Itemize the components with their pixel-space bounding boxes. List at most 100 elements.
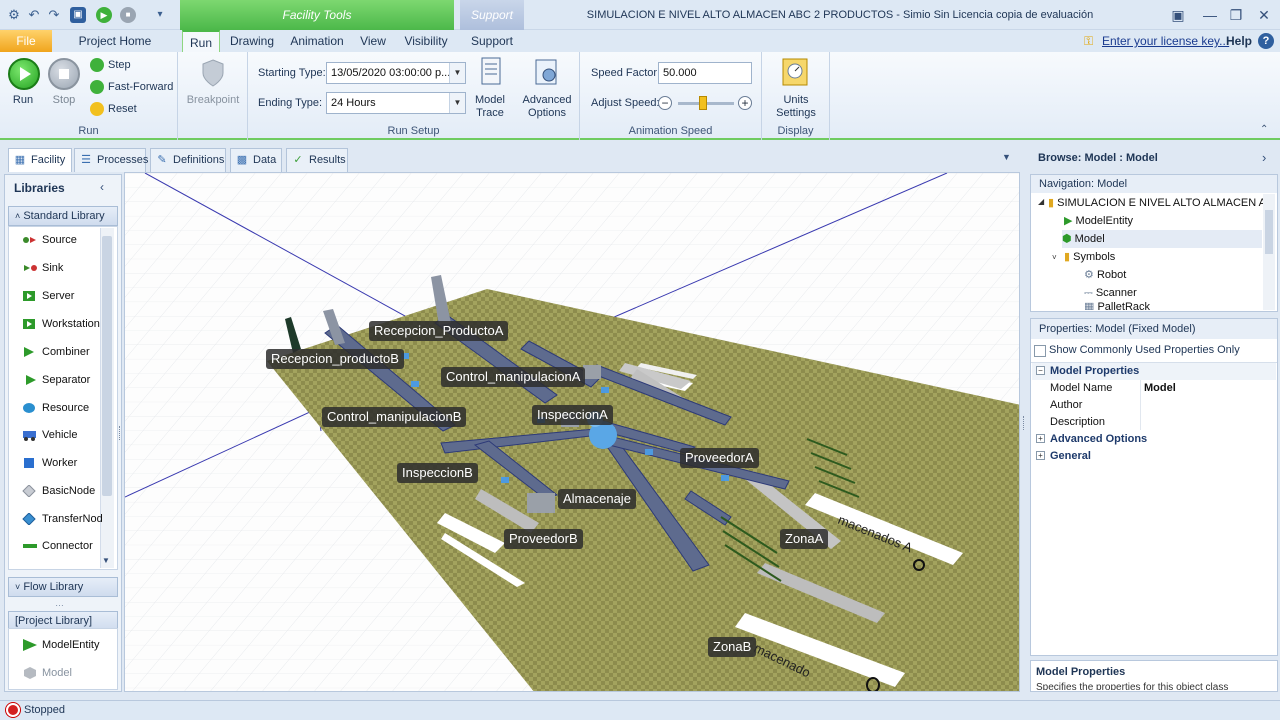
label-control-manipulacion-a[interactable]: Control_manipulacionA — [441, 367, 586, 387]
redo-icon[interactable]: ↷ — [46, 7, 62, 23]
close-button[interactable]: ✕ — [1252, 5, 1276, 25]
show-common-checkbox[interactable] — [1034, 345, 1046, 357]
help-label[interactable]: Help — [1226, 30, 1252, 52]
label-proveedor-a[interactable]: ProveedorA — [680, 448, 759, 468]
scroll-down-icon[interactable]: ▼ — [102, 556, 110, 565]
library-item-source[interactable]: Source — [22, 231, 106, 249]
chevron-down-icon[interactable]: ▼ — [449, 63, 465, 83]
fast-forward-icon[interactable] — [90, 80, 104, 94]
label-zona-b[interactable]: ZonaB — [708, 637, 757, 657]
library-item-separator[interactable]: Separator — [22, 371, 106, 389]
license-key-link[interactable]: Enter your license key... — [1102, 30, 1229, 52]
collapse-symbols-icon[interactable]: ˅ — [1052, 253, 1057, 262]
control-machine[interactable] — [583, 365, 601, 379]
category-general[interactable]: + General — [1032, 448, 1276, 465]
speed-slider-thumb[interactable] — [699, 96, 707, 110]
starting-type-select[interactable]: 13/05/2020 03:00:00 p... ▼ — [326, 62, 466, 84]
step-icon[interactable] — [90, 58, 104, 72]
tab-run[interactable]: Run — [182, 30, 220, 52]
tree-item-modelentity[interactable]: ▶ ModelEntity — [1064, 212, 1133, 230]
tab-file[interactable]: File — [0, 30, 52, 52]
property-model-name[interactable]: Model Name Model — [1032, 380, 1276, 397]
increase-speed-icon[interactable]: + — [738, 96, 752, 110]
splitter-grip[interactable]: … — [55, 598, 64, 608]
library-item-sink[interactable]: Sink — [22, 259, 106, 277]
property-author[interactable]: Author — [1032, 397, 1276, 414]
help-icon[interactable]: ? — [1258, 33, 1274, 49]
tree-item-model[interactable]: ⬢ Model — [1062, 230, 1262, 248]
customize-quick-access-icon[interactable]: ▾ — [152, 7, 168, 23]
run-quick-icon[interactable]: ▶ — [96, 7, 112, 23]
property-description[interactable]: Description — [1032, 414, 1276, 431]
run-icon[interactable] — [8, 58, 40, 90]
category-advanced-options[interactable]: + Advanced Options — [1032, 431, 1276, 448]
tree-item-scanner[interactable]: ⎓ Scanner — [1084, 284, 1137, 302]
tree-item-symbols[interactable]: ▮ Symbols — [1064, 248, 1115, 266]
chevron-down-icon[interactable]: ▼ — [449, 93, 465, 113]
tab-menu-chevron-icon[interactable]: ▼ — [1002, 152, 1011, 162]
tab-project-home[interactable]: Project Home — [72, 30, 158, 52]
label-inspeccion-a[interactable]: InspeccionA — [532, 405, 613, 425]
tab-data[interactable]: ▩ Data — [230, 148, 282, 172]
category-model-properties[interactable]: − Model Properties — [1032, 363, 1276, 380]
minimize-button[interactable]: — — [1198, 5, 1222, 25]
stop-quick-icon[interactable]: ■ — [120, 7, 136, 23]
restore-ribbon-icon[interactable]: ▣ — [1166, 5, 1190, 25]
breakpoint-button[interactable]: Breakpoint — [182, 94, 244, 106]
label-inspeccion-b[interactable]: InspeccionB — [397, 463, 478, 483]
project-item-model[interactable]: Model — [22, 664, 106, 682]
reset-icon[interactable] — [90, 102, 104, 116]
collapse-libraries-icon[interactable]: ‹ — [100, 180, 104, 194]
model-trace-icon[interactable] — [478, 56, 504, 88]
standard-library-header[interactable]: ˄ Standard Library — [8, 206, 118, 226]
property-value[interactable]: Model — [1144, 380, 1176, 397]
library-item-workstation[interactable]: Workstation — [22, 315, 106, 333]
flow-library-header[interactable]: ˅ Flow Library — [8, 577, 118, 597]
nav-scroll-thumb[interactable] — [1265, 210, 1273, 254]
ending-type-select[interactable]: 24 Hours ▼ — [326, 92, 466, 114]
advanced-options-button[interactable]: Advanced Options — [518, 94, 576, 120]
label-proveedor-b[interactable]: ProveedorB — [504, 529, 583, 549]
tab-results[interactable]: ✓ Results — [286, 148, 348, 172]
decrease-speed-icon[interactable]: − — [658, 96, 672, 110]
library-item-vehicle[interactable]: Vehicle — [22, 426, 106, 444]
library-item-basicnode[interactable]: BasicNode — [22, 482, 106, 500]
step-button[interactable]: Step — [108, 59, 131, 71]
collapse-browse-icon[interactable]: › — [1262, 150, 1266, 165]
library-item-combiner[interactable]: Combiner — [22, 343, 106, 361]
run-button[interactable]: Run — [6, 94, 40, 106]
library-item-worker[interactable]: Worker — [22, 454, 106, 472]
tab-drawing[interactable]: Drawing — [226, 30, 278, 52]
label-zona-a[interactable]: ZonaA — [780, 529, 829, 549]
tab-processes[interactable]: ☰ Processes — [74, 148, 148, 172]
tree-item-robot[interactable]: ⚙ Robot — [1084, 266, 1126, 284]
almacenaje-machine[interactable] — [527, 493, 555, 513]
tab-animation[interactable]: Animation — [286, 30, 348, 52]
stop-icon[interactable] — [48, 58, 80, 90]
maximize-button[interactable]: ❐ — [1224, 5, 1248, 25]
library-item-resource[interactable]: Resource — [22, 399, 106, 417]
label-recepcion-producto-a[interactable]: Recepcion_ProductoA — [369, 321, 509, 341]
expand-icon[interactable]: + — [1036, 451, 1045, 460]
tab-view[interactable]: View — [356, 30, 390, 52]
library-item-connector[interactable]: Connector — [22, 537, 106, 555]
save-icon[interactable]: ▣ — [70, 7, 86, 23]
collapse-icon[interactable]: − — [1036, 366, 1045, 375]
units-settings-icon[interactable] — [780, 56, 810, 88]
collapse-tree-icon[interactable]: ◢ — [1038, 197, 1044, 206]
advanced-options-icon[interactable] — [532, 56, 560, 88]
tab-support[interactable]: Support — [464, 30, 520, 52]
tree-item-project[interactable]: ▮ SIMULACION E NIVEL ALTO ALMACEN A... — [1048, 194, 1275, 212]
speed-factor-input[interactable]: 50.000 — [658, 62, 752, 84]
collapse-ribbon-icon[interactable]: ⌃ — [1260, 124, 1268, 135]
left-splitter[interactable] — [119, 426, 122, 440]
expand-icon[interactable]: + — [1036, 434, 1045, 443]
label-control-manipulacion-b[interactable]: Control_manipulacionB — [322, 407, 467, 427]
label-recepcion-producto-b[interactable]: Recepcion_productoB — [266, 349, 404, 369]
label-almacenaje[interactable]: Almacenaje — [558, 489, 636, 509]
library-item-server[interactable]: Server — [22, 287, 106, 305]
facility-3d-view[interactable]: macenados A macenado Recepcion_ProductoA… — [124, 172, 1020, 692]
stop-button[interactable]: Stop — [46, 94, 82, 106]
fast-forward-button[interactable]: Fast-Forward — [108, 81, 173, 93]
library-item-transfernode[interactable]: TransferNod — [22, 510, 106, 528]
